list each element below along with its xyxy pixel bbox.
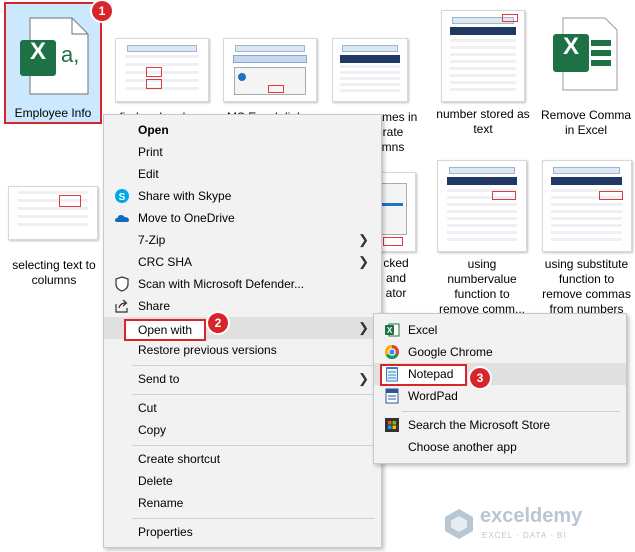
chevron-right-icon: ❯: [358, 320, 369, 335]
thumbnail: [8, 186, 98, 240]
excel-file-icon: X a,: [20, 16, 90, 96]
file-label: using numbervalue function to remove com…: [438, 257, 525, 316]
notepad-icon: [384, 366, 400, 382]
step-badge-3: 3: [470, 368, 490, 388]
menu-item-rename[interactable]: Rename: [104, 492, 381, 514]
menu-item-print[interactable]: Print: [104, 141, 381, 163]
chevron-right-icon: ❯: [358, 254, 369, 269]
file-label: Employee Info: [14, 106, 92, 120]
menu-separator: [132, 394, 375, 395]
chrome-icon: [384, 344, 400, 360]
file-find-replace[interactable]: find and replace: [112, 38, 212, 125]
submenu-item-choose-app[interactable]: Choose another app: [374, 436, 626, 458]
file-selecting-text[interactable]: selecting text to columns: [6, 186, 102, 288]
step-badge-1: 1: [92, 1, 112, 21]
file-remove-comma[interactable]: X Remove Comma in Excel: [537, 14, 635, 138]
menu-item-share[interactable]: Share: [104, 295, 381, 317]
thumbnail: [223, 38, 317, 102]
file-employee-info[interactable]: X a, Employee Info: [4, 2, 102, 124]
step-badge-2: 2: [208, 313, 228, 333]
thumbnail: [437, 160, 527, 252]
chevron-right-icon: ❯: [358, 371, 369, 386]
file-substitute[interactable]: using substitute function to remove comm…: [538, 160, 635, 317]
menu-separator: [402, 411, 620, 412]
menu-item-scan-defender[interactable]: Scan with Microsoft Defender...: [104, 273, 381, 295]
file-numbervalue[interactable]: using numbervalue function to remove com…: [432, 160, 532, 317]
chevron-right-icon: ❯: [358, 232, 369, 247]
menu-item-open[interactable]: Open: [104, 119, 381, 141]
submenu-item-excel[interactable]: X Excel: [374, 319, 626, 341]
submenu-item-chrome[interactable]: Google Chrome: [374, 341, 626, 363]
watermark-tagline: EXCEL · DATA · BI: [482, 531, 567, 540]
svg-text:S: S: [119, 192, 126, 203]
menu-item-crc-sha[interactable]: CRC SHA ❯: [104, 251, 381, 273]
menu-item-copy[interactable]: Copy: [104, 419, 381, 441]
open-with-label: Open with: [138, 323, 193, 337]
menu-item-move-onedrive[interactable]: Move to OneDrive: [104, 207, 381, 229]
excel-letter: X: [29, 38, 46, 65]
menu-item-send-to[interactable]: Send to ❯: [104, 368, 381, 390]
submenu-item-wordpad[interactable]: WordPad: [374, 385, 626, 407]
skype-icon: S: [114, 188, 130, 204]
exceldemy-watermark: exceldemy EXCEL · DATA · BI: [440, 503, 610, 547]
menu-item-properties[interactable]: Properties: [104, 521, 381, 543]
excel-suffix: a,: [61, 42, 80, 67]
excel-app-icon: X: [551, 14, 621, 96]
excel-letter: X: [562, 33, 579, 60]
thumbnail: [115, 38, 209, 102]
exceldemy-logo-icon: [445, 509, 473, 539]
context-menu: Open Print Edit S Share with Skype Move …: [103, 114, 382, 548]
menu-separator: [132, 518, 375, 519]
share-icon: [114, 298, 130, 314]
menu-item-delete[interactable]: Delete: [104, 470, 381, 492]
wordpad-icon: [384, 388, 400, 404]
thumbnail: [541, 160, 632, 252]
store-icon: [384, 417, 400, 433]
file-label: selecting text to columns: [12, 258, 96, 287]
menu-item-restore[interactable]: Restore previous versions: [104, 339, 381, 361]
menu-separator: [132, 445, 375, 446]
menu-item-edit[interactable]: Edit: [104, 163, 381, 185]
file-label: Remove Comma in Excel: [540, 108, 632, 137]
file-label: number stored as text: [436, 107, 530, 136]
menu-item-create-shortcut[interactable]: Create shortcut: [104, 448, 381, 470]
file-ms-excel-dialog[interactable]: MS Excel dialog: [220, 38, 320, 125]
menu-item-share-skype[interactable]: S Share with Skype: [104, 185, 381, 207]
excel-icon: X: [384, 322, 400, 338]
thumbnail: [332, 38, 408, 102]
watermark-brand: exceldemy: [480, 505, 583, 527]
shield-icon: [114, 276, 130, 292]
svg-text:X: X: [387, 326, 393, 335]
menu-item-cut[interactable]: Cut: [104, 397, 381, 419]
file-number-stored[interactable]: number stored as text: [433, 10, 533, 137]
submenu-item-search-store[interactable]: Search the Microsoft Store: [374, 414, 626, 436]
open-with-submenu: X Excel Google Chrome Notepad WordPad Se…: [373, 313, 627, 464]
onedrive-icon: [114, 210, 130, 226]
menu-separator: [132, 365, 375, 366]
thumbnail: [441, 10, 525, 102]
file-label: using substitute function to remove comm…: [542, 257, 631, 316]
submenu-item-notepad[interactable]: Notepad: [374, 363, 626, 386]
menu-item-open-with[interactable]: Open with ❯: [104, 317, 381, 341]
menu-item-7zip[interactable]: 7-Zip ❯: [104, 229, 381, 251]
